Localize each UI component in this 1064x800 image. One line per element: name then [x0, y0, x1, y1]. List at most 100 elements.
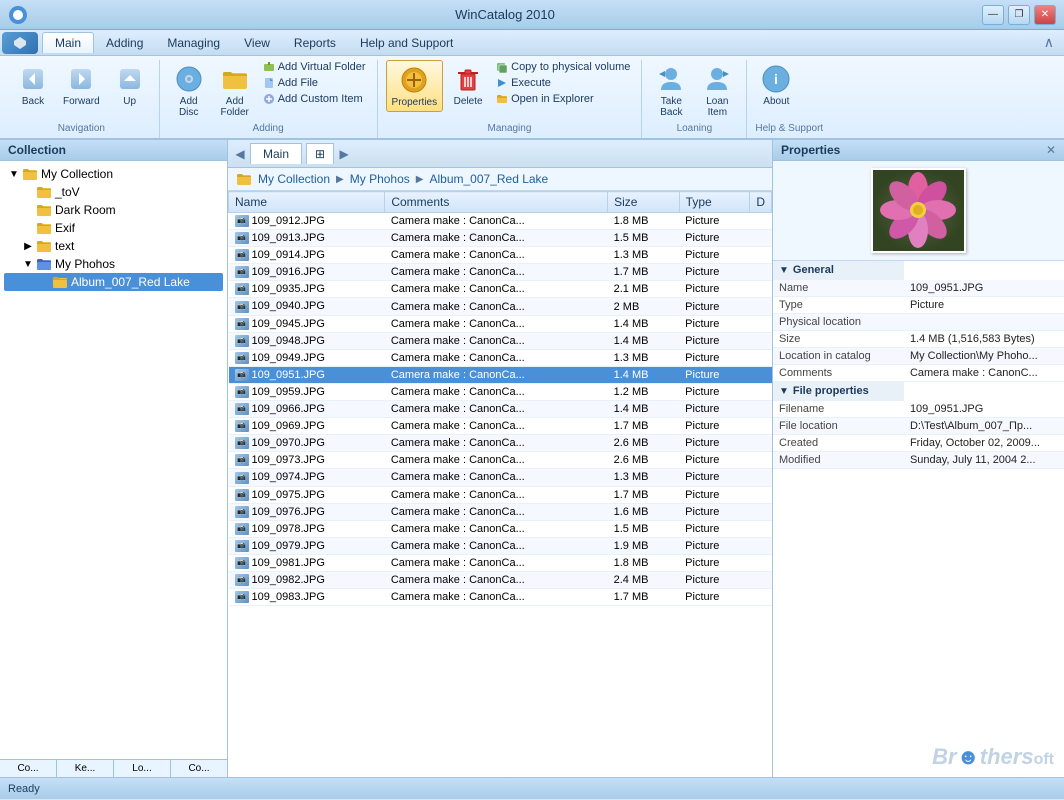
prop-row: CreatedFriday, October 02, 2009...: [773, 435, 1064, 452]
file-table: Name Comments Size Type D 📷109_0912.JPG …: [228, 191, 772, 606]
table-row[interactable]: 📷109_0914.JPG Camera make : CanonCa... 1…: [229, 247, 772, 264]
tree-item-dark-room[interactable]: Dark Room: [4, 201, 223, 219]
table-row[interactable]: 📷109_0974.JPG Camera make : CanonCa... 1…: [229, 469, 772, 486]
close-button[interactable]: ✕: [1034, 5, 1056, 25]
properties-thumbnail: [871, 168, 966, 253]
table-row[interactable]: 📷109_0979.JPG Camera make : CanonCa... 1…: [229, 537, 772, 554]
table-row[interactable]: 📷109_0973.JPG Camera make : CanonCa... 2…: [229, 452, 772, 469]
status-text: Ready: [8, 783, 40, 795]
expand-my-phohos[interactable]: ▼: [20, 259, 36, 270]
ribbon-group-navigation: Back Forward Up Navigation: [4, 60, 160, 138]
file-tab-icon[interactable]: ⊞: [306, 143, 334, 164]
bottom-nav-co2[interactable]: Co...: [171, 760, 227, 777]
tab-nav-next[interactable]: ▶: [336, 144, 352, 164]
col-size[interactable]: Size: [608, 192, 680, 213]
menu-tab-view[interactable]: View: [232, 33, 282, 53]
about-label: About: [763, 96, 789, 107]
add-disc-button[interactable]: AddDisc: [168, 60, 210, 121]
breadcrumb-my-phohos[interactable]: My Phohos: [350, 172, 410, 186]
loan-item-button[interactable]: LoanItem: [696, 60, 738, 121]
add-file-button[interactable]: Add File: [260, 76, 369, 90]
tree-item-my-phohos[interactable]: ▼ My Phohos: [4, 255, 223, 273]
about-button[interactable]: i About: [755, 60, 797, 110]
bottom-nav-co[interactable]: Co...: [0, 760, 57, 777]
tree-item-my-collection[interactable]: ▼ My Collection: [4, 165, 223, 183]
menu-tab-reports[interactable]: Reports: [282, 33, 348, 53]
take-back-button[interactable]: TakeBack: [650, 60, 692, 121]
prop-section-file[interactable]: ▼ File properties: [773, 382, 1064, 402]
add-custom-item-button[interactable]: Add Custom Item: [260, 92, 369, 106]
table-row[interactable]: 📷109_0978.JPG Camera make : CanonCa... 1…: [229, 520, 772, 537]
menu-tab-help[interactable]: Help and Support: [348, 33, 465, 53]
open-explorer-button[interactable]: Open in Explorer: [493, 92, 633, 106]
delete-button[interactable]: Delete: [447, 60, 489, 110]
tree-item-tov[interactable]: _toV: [4, 183, 223, 201]
table-row[interactable]: 📷109_0959.JPG Camera make : CanonCa... 1…: [229, 383, 772, 400]
breadcrumb-my-collection[interactable]: My Collection: [258, 172, 330, 186]
properties-label: Properties: [392, 97, 438, 108]
minimize-button[interactable]: —: [982, 5, 1004, 25]
tree-item-text[interactable]: ▶ text: [4, 237, 223, 255]
forward-button[interactable]: Forward: [58, 60, 105, 110]
properties-close[interactable]: ✕: [1046, 143, 1056, 157]
table-row[interactable]: 📷109_0912.JPG Camera make : CanonCa... 1…: [229, 213, 772, 230]
table-row[interactable]: 📷109_0969.JPG Camera make : CanonCa... 1…: [229, 418, 772, 435]
col-name[interactable]: Name: [229, 192, 385, 213]
table-row[interactable]: 📷109_0913.JPG Camera make : CanonCa... 1…: [229, 230, 772, 247]
table-row[interactable]: 📷109_0966.JPG Camera make : CanonCa... 1…: [229, 401, 772, 418]
menu-tab-managing[interactable]: Managing: [155, 33, 232, 53]
properties-table: ▼ GeneralName109_0951.JPGTypePicturePhys…: [773, 261, 1064, 469]
table-row[interactable]: 📷109_0982.JPG Camera make : CanonCa... 2…: [229, 571, 772, 588]
prop-row: File locationD:\Test\Album_007_Пр...: [773, 418, 1064, 435]
table-row[interactable]: 📷109_0935.JPG Camera make : CanonCa... 2…: [229, 281, 772, 298]
add-disc-icon: [173, 63, 205, 95]
bottom-nav-lo[interactable]: Lo...: [114, 760, 171, 777]
table-row[interactable]: 📷109_0975.JPG Camera make : CanonCa... 1…: [229, 486, 772, 503]
tree-label-tov: _toV: [55, 185, 80, 199]
add-folder-label: AddFolder: [221, 96, 249, 118]
add-virtual-folder-button[interactable]: Add Virtual Folder: [260, 60, 369, 74]
file-tab-main[interactable]: Main: [250, 143, 302, 164]
table-row[interactable]: 📷109_0970.JPG Camera make : CanonCa... 2…: [229, 435, 772, 452]
app-orb[interactable]: [2, 32, 38, 54]
col-d[interactable]: D: [750, 192, 772, 213]
ribbon: Back Forward Up Navigation: [0, 56, 1064, 140]
table-row[interactable]: 📷109_0983.JPG Camera make : CanonCa... 1…: [229, 589, 772, 606]
menu-tab-adding[interactable]: Adding: [94, 33, 155, 53]
loan-item-icon: [701, 63, 733, 95]
back-button[interactable]: Back: [12, 60, 54, 110]
adding-group-label: Adding: [168, 123, 369, 134]
table-row[interactable]: 📷109_0916.JPG Camera make : CanonCa... 1…: [229, 264, 772, 281]
ribbon-small-adding: Add Virtual Folder Add File Add Custom I…: [260, 60, 369, 106]
table-row[interactable]: 📷109_0976.JPG Camera make : CanonCa... 1…: [229, 503, 772, 520]
collection-icon: [22, 166, 38, 182]
col-type[interactable]: Type: [679, 192, 750, 213]
table-row[interactable]: 📷109_0940.JPG Camera make : CanonCa... 2…: [229, 298, 772, 315]
expand-text[interactable]: ▶: [20, 241, 36, 252]
breadcrumb-sep2: ▶: [416, 174, 424, 185]
expand-my-collection[interactable]: ▼: [6, 169, 22, 180]
table-row[interactable]: 📷109_0981.JPG Camera make : CanonCa... 1…: [229, 554, 772, 571]
table-row[interactable]: 📷109_0949.JPG Camera make : CanonCa... 1…: [229, 349, 772, 366]
prop-row: Name109_0951.JPG: [773, 280, 1064, 297]
table-row[interactable]: 📷109_0948.JPG Camera make : CanonCa... 1…: [229, 332, 772, 349]
tab-nav-prev[interactable]: ◀: [232, 144, 248, 164]
add-folder-button[interactable]: AddFolder: [214, 60, 256, 121]
add-virtual-folder-label: Add Virtual Folder: [278, 61, 366, 73]
execute-button[interactable]: Execute: [493, 76, 633, 90]
col-comments[interactable]: Comments: [385, 192, 608, 213]
tree-item-exif[interactable]: Exif: [4, 219, 223, 237]
up-button[interactable]: Up: [109, 60, 151, 110]
copy-to-physical-button[interactable]: Copy to physical volume: [493, 60, 633, 74]
breadcrumb-album[interactable]: Album_007_Red Lake: [429, 172, 548, 186]
prop-section-general[interactable]: ▼ General: [773, 261, 1064, 280]
table-row[interactable]: 📷109_0951.JPG Camera make : CanonCa... 1…: [229, 366, 772, 383]
collapse-ribbon[interactable]: ∧: [1036, 34, 1062, 51]
menu-tab-main[interactable]: Main: [42, 32, 94, 53]
properties-button[interactable]: Properties: [386, 60, 444, 112]
restore-button[interactable]: ❐: [1008, 5, 1030, 25]
tree-item-album007[interactable]: Album_007_Red Lake: [4, 273, 223, 291]
table-row[interactable]: 📷109_0945.JPG Camera make : CanonCa... 1…: [229, 315, 772, 332]
bottom-nav-ke[interactable]: Ke...: [57, 760, 114, 777]
app-logo: [8, 5, 28, 25]
